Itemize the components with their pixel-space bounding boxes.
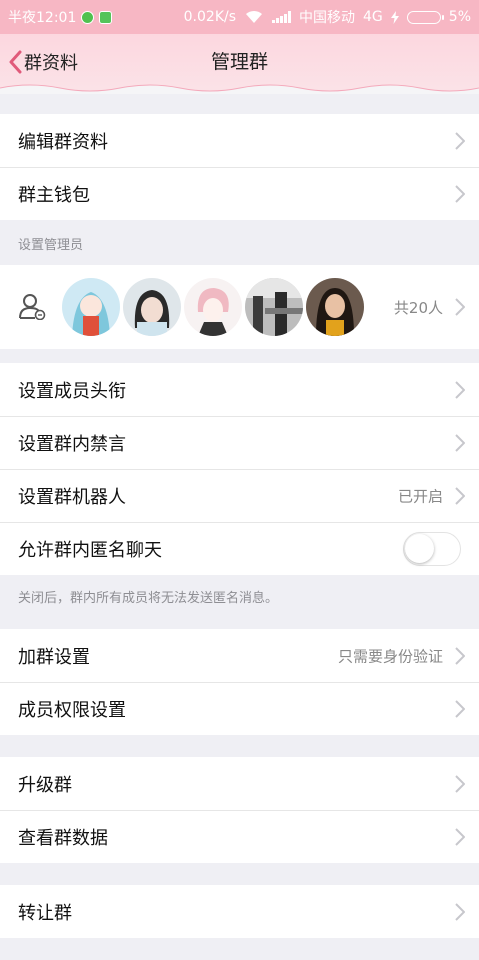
row-label: 群主钱包 bbox=[18, 184, 90, 206]
avatar[interactable] bbox=[123, 278, 181, 336]
row-label: 设置群机器人 bbox=[18, 486, 126, 508]
chevron-right-icon bbox=[455, 774, 465, 793]
avatar[interactable] bbox=[306, 278, 364, 336]
chevron-right-icon bbox=[455, 486, 465, 505]
nav-wave-decoration bbox=[0, 84, 479, 94]
page-title: 管理群 bbox=[210, 51, 268, 73]
row-label: 加群设置 bbox=[18, 646, 90, 668]
upgrade-group-row[interactable]: 升级群 bbox=[0, 757, 479, 810]
status-bar: 半夜12:01 0.02K/s 中国移动 4G 5% bbox=[0, 0, 479, 34]
anonymous-chat-toggle[interactable] bbox=[403, 531, 461, 566]
admin-count: 共20人 bbox=[393, 299, 443, 317]
group-robot-row[interactable]: 设置群机器人 已开启 bbox=[0, 469, 479, 522]
group-upgrade: 升级群 查看群数据 bbox=[0, 757, 479, 863]
group-join-settings: 加群设置 只需要身份验证 成员权限设置 bbox=[0, 629, 479, 735]
transfer-group-row[interactable]: 转让群 bbox=[0, 885, 479, 938]
group-data-row[interactable]: 查看群数据 bbox=[0, 810, 479, 863]
chevron-right-icon bbox=[455, 827, 465, 846]
wechat-notification-icon bbox=[81, 10, 95, 24]
member-permissions-row[interactable]: 成员权限设置 bbox=[0, 682, 479, 735]
battery-percent: 5% bbox=[448, 9, 471, 25]
admins-section-label: 设置管理员 bbox=[18, 238, 84, 253]
row-label: 允许群内匿名聊天 bbox=[18, 539, 162, 561]
avatar[interactable] bbox=[184, 278, 242, 336]
app-notification-icon bbox=[99, 10, 113, 24]
wifi-icon bbox=[246, 10, 263, 23]
admin-avatars bbox=[62, 278, 364, 336]
charging-icon bbox=[390, 10, 399, 24]
network-speed: 0.02K/s bbox=[183, 9, 237, 25]
row-label: 设置成员头衔 bbox=[18, 380, 126, 402]
robot-status: 已开启 bbox=[397, 487, 443, 505]
chevron-right-icon bbox=[455, 433, 465, 452]
status-time: 半夜12:01 bbox=[8, 10, 77, 26]
row-label: 成员权限设置 bbox=[18, 699, 126, 721]
avatar[interactable] bbox=[62, 278, 120, 336]
chevron-right-icon bbox=[455, 380, 465, 399]
anonymous-chat-row: 允许群内匿名聊天 bbox=[0, 522, 479, 575]
row-label: 升级群 bbox=[18, 774, 72, 796]
group-member-settings: 设置成员头衔 设置群内禁言 设置群机器人 已开启 允许群内匿名聊天 bbox=[0, 363, 479, 575]
avatar[interactable] bbox=[245, 278, 303, 336]
chevron-right-icon bbox=[455, 131, 465, 150]
admin-person-icon bbox=[19, 294, 46, 320]
row-label: 查看群数据 bbox=[18, 827, 108, 849]
row-label: 设置群内禁言 bbox=[18, 433, 126, 455]
battery-icon bbox=[406, 10, 444, 24]
chevron-right-icon bbox=[455, 646, 465, 665]
chevron-right-icon bbox=[455, 902, 465, 921]
owner-wallet-row[interactable]: 群主钱包 bbox=[0, 167, 479, 220]
member-title-row[interactable]: 设置成员头衔 bbox=[0, 363, 479, 416]
toggle-knob bbox=[405, 533, 434, 563]
edit-group-info-row[interactable]: 编辑群资料 bbox=[0, 114, 479, 167]
join-settings-row[interactable]: 加群设置 只需要身份验证 bbox=[0, 629, 479, 682]
anonymous-footnote: 关闭后，群内所有成员将无法发送匿名消息。 bbox=[18, 591, 279, 606]
group-transfer: 转让群 bbox=[0, 885, 479, 938]
row-label: 转让群 bbox=[18, 902, 72, 924]
carrier-name: 中国移动 bbox=[299, 10, 356, 26]
join-settings-value: 只需要身份验证 bbox=[337, 647, 443, 665]
row-label: 编辑群资料 bbox=[18, 131, 108, 153]
chevron-right-icon bbox=[455, 298, 465, 316]
admins-row[interactable]: 共20人 bbox=[0, 265, 479, 349]
chevron-right-icon bbox=[455, 184, 465, 203]
network-type: 4G bbox=[363, 9, 383, 25]
group-basic: 编辑群资料 群主钱包 bbox=[0, 114, 479, 220]
chevron-right-icon bbox=[455, 699, 465, 718]
signal-icon bbox=[272, 11, 292, 23]
mute-settings-row[interactable]: 设置群内禁言 bbox=[0, 416, 479, 469]
navigation-bar: 群资料 管理群 bbox=[0, 34, 479, 94]
